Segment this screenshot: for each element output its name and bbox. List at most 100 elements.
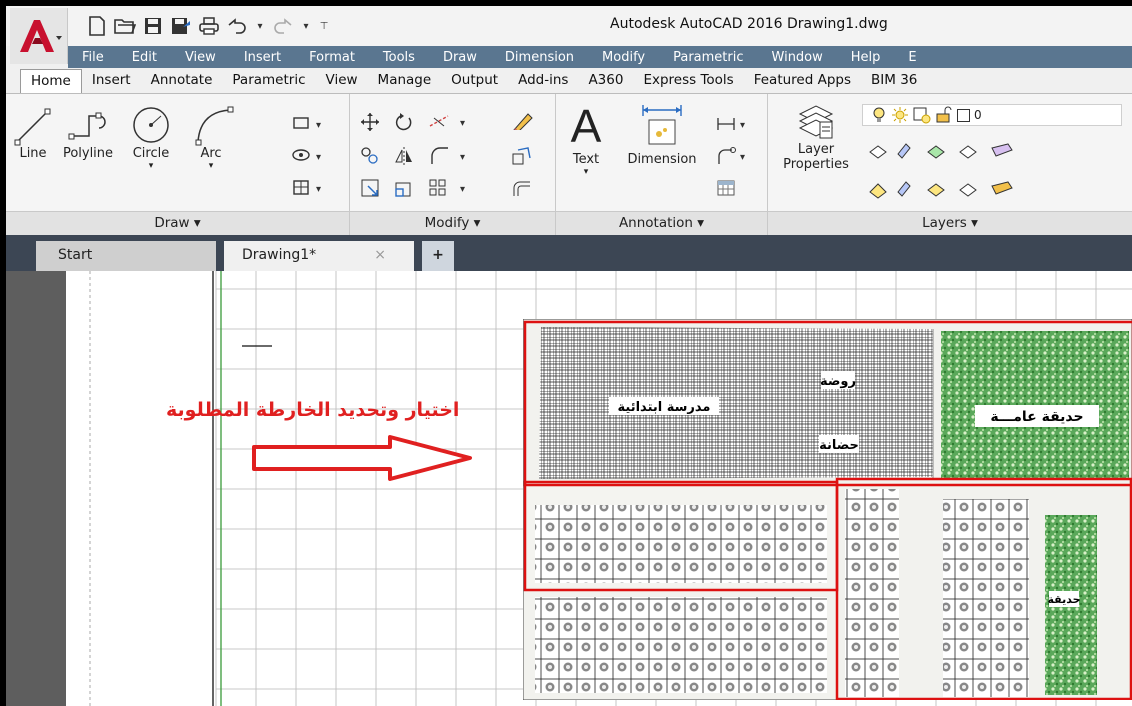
label-kindergarten: روضة	[820, 374, 856, 389]
layer-tools-row1-icons[interactable]	[868, 140, 1044, 162]
mirror-icon[interactable]	[394, 146, 414, 166]
drawing-tab-label: Drawing1*	[242, 247, 317, 263]
menu-express[interactable]: E	[894, 50, 930, 65]
arc-tool[interactable]: Arc ▾	[184, 102, 238, 171]
offset-icon[interactable]	[510, 178, 534, 198]
menu-edit[interactable]: Edit	[118, 50, 171, 65]
menu-dimension[interactable]: Dimension	[491, 50, 588, 65]
redo-dropdown-icon[interactable]: ▾	[300, 15, 312, 37]
rectangle-icon[interactable]: ▾	[292, 114, 332, 134]
region-icon[interactable]: ▾	[292, 178, 332, 198]
label-public-garden: حديقة عامـــة	[990, 409, 1083, 425]
title-bar: ▾ ▾ ⊤ Autodesk AutoCAD 2016 Drawing1.dwg	[6, 6, 1132, 64]
text-icon: A	[570, 100, 602, 152]
menu-draw[interactable]: Draw	[429, 50, 491, 65]
redo-icon[interactable]	[272, 15, 294, 37]
dimension-tool[interactable]: Dimension	[618, 102, 706, 167]
application-menu-button[interactable]	[10, 8, 68, 64]
label-garden: حديقة	[1048, 593, 1081, 606]
svg-text:▾: ▾	[460, 184, 465, 195]
line-tool[interactable]: Line	[12, 102, 54, 161]
tab-drawing1[interactable]: Drawing1* ×	[224, 241, 414, 271]
circle-dropdown-icon[interactable]: ▾	[122, 161, 180, 171]
menu-modify[interactable]: Modify	[588, 50, 659, 65]
stretch-icon[interactable]	[360, 178, 380, 198]
tab-parametric[interactable]: Parametric	[222, 69, 315, 93]
svg-text:▾: ▾	[316, 120, 321, 131]
layer-properties-button[interactable]: Layer Properties	[774, 102, 858, 172]
tab-featured-apps[interactable]: Featured Apps	[744, 69, 861, 93]
leader-icon[interactable]: ▾	[716, 146, 756, 166]
undo-dropdown-icon[interactable]: ▾	[254, 15, 266, 37]
new-file-icon[interactable]	[86, 15, 108, 37]
tab-add-ins[interactable]: Add-ins	[508, 69, 578, 93]
label-nursery: حضانة	[819, 438, 859, 453]
polyline-icon	[68, 112, 106, 140]
new-tab-button[interactable]: +	[422, 241, 454, 271]
array-icon[interactable]: ▾	[428, 178, 478, 198]
hatch-icon[interactable]: ▾	[292, 146, 332, 166]
layer-tools-row2-icons[interactable]	[868, 178, 1044, 200]
layer-dropdown[interactable]: 0	[862, 104, 1122, 126]
menu-window[interactable]: Window	[758, 50, 837, 65]
site-plan-map: روضة مدرسة ابتدائية حضانة حديقة عامـــة …	[523, 319, 1132, 700]
svg-text:▾: ▾	[460, 118, 465, 129]
tab-output[interactable]: Output	[441, 69, 508, 93]
layer-color-swatch	[957, 108, 970, 122]
drawing-canvas[interactable]: اختيار وتحديد الخارطة المطلوبة روضة مدرس…	[6, 271, 1132, 706]
tab-view[interactable]: View	[316, 69, 368, 93]
circle-icon	[133, 107, 169, 143]
menu-format[interactable]: Format	[295, 50, 369, 65]
arc-dropdown-icon[interactable]: ▾	[184, 161, 238, 171]
text-label: Text	[572, 152, 600, 167]
annotation-panel-title[interactable]: Annotation ▾	[556, 211, 767, 235]
fillet-icon[interactable]: ▾	[428, 146, 478, 166]
menu-parametric[interactable]: Parametric	[659, 50, 757, 65]
move-icon[interactable]	[360, 112, 380, 132]
arc-label: Arc	[200, 146, 222, 161]
arc-icon	[195, 106, 234, 146]
tab-a360[interactable]: A360	[578, 69, 633, 93]
linear-dimension-icon[interactable]: ▾	[716, 114, 756, 134]
copy-icon[interactable]	[360, 146, 380, 166]
tab-express-tools[interactable]: Express Tools	[633, 69, 743, 93]
menu-help[interactable]: Help	[837, 50, 895, 65]
close-tab-icon[interactable]: ×	[374, 241, 386, 269]
draw-panel-title[interactable]: Draw ▾	[6, 211, 349, 235]
document-tabs: Start Drawing1* × +	[6, 235, 1132, 271]
svg-text:▾: ▾	[740, 152, 745, 163]
polyline-tool[interactable]: Polyline	[58, 102, 118, 161]
circle-tool[interactable]: Circle ▾	[122, 102, 180, 171]
tab-manage[interactable]: Manage	[368, 69, 442, 93]
modify-panel-title[interactable]: Modify ▾	[350, 211, 555, 235]
text-dropdown-icon[interactable]: ▾	[564, 167, 608, 177]
ribbon-tabs: Home Insert Annotate Parametric View Man…	[6, 68, 1132, 94]
ribbon: Line Polyline Circle ▾ Arc ▾ ▾ ▾ ▾ Draw …	[6, 94, 1132, 235]
customize-qat-icon[interactable]: ⊤	[318, 15, 330, 37]
scale-icon[interactable]	[394, 178, 414, 198]
erase-icon[interactable]	[510, 110, 534, 130]
canvas-left-margin	[6, 271, 66, 706]
layers-panel-title[interactable]: Layers ▾	[768, 211, 1132, 235]
menu-tools[interactable]: Tools	[369, 50, 429, 65]
save-as-icon[interactable]	[170, 15, 192, 37]
current-layer-name: 0	[974, 108, 982, 122]
menu-insert[interactable]: Insert	[230, 50, 295, 65]
menu-file[interactable]: File	[68, 50, 118, 65]
tab-bim360[interactable]: BIM 36	[861, 69, 927, 93]
rotate-icon[interactable]	[394, 112, 414, 132]
text-tool[interactable]: A Text ▾	[564, 100, 608, 177]
table-icon[interactable]	[716, 178, 736, 198]
undo-icon[interactable]	[226, 15, 248, 37]
open-folder-icon[interactable]	[114, 15, 136, 37]
tab-insert[interactable]: Insert	[82, 69, 141, 93]
trim-icon[interactable]: ▾	[428, 112, 478, 132]
save-icon[interactable]	[142, 15, 164, 37]
menu-view[interactable]: View	[171, 50, 230, 65]
plot-printer-icon[interactable]	[198, 15, 220, 37]
tab-annotate[interactable]: Annotate	[141, 69, 223, 93]
tab-home[interactable]: Home	[20, 69, 82, 93]
tab-start[interactable]: Start	[36, 241, 216, 271]
explode-icon[interactable]	[510, 146, 534, 166]
draw-panel: Line Polyline Circle ▾ Arc ▾ ▾ ▾ ▾ Draw …	[6, 94, 350, 235]
